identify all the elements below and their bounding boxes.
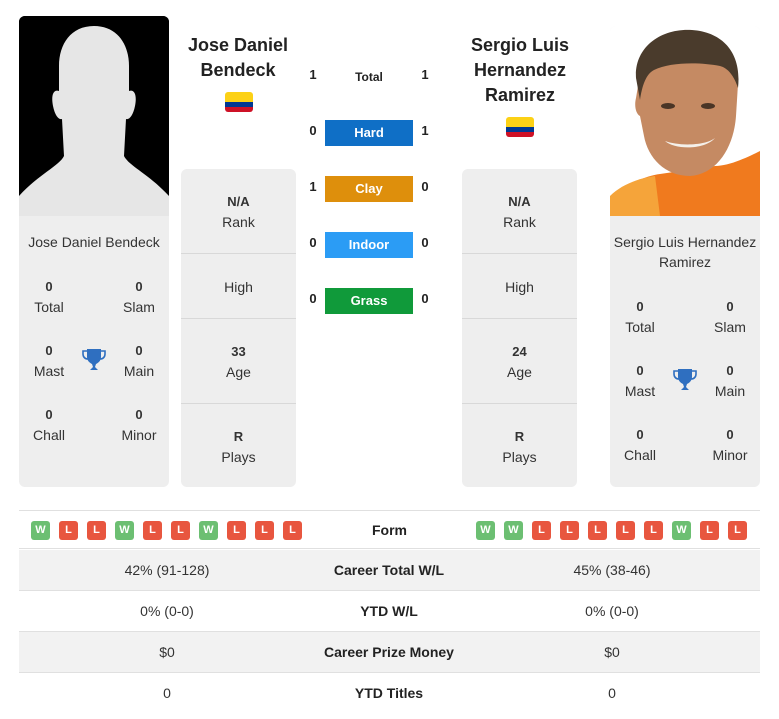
player2-info-column: N/A Rank High 24 Age R Plays: [462, 169, 577, 487]
trophy-icon: [82, 347, 106, 373]
h2h-clay-p1: 1: [309, 179, 317, 194]
h2h-grass-p1: 0: [309, 291, 317, 306]
h2h-total-p2: 1: [421, 67, 429, 82]
player2-age: 24 Age: [507, 344, 532, 380]
h2h-grass-p2: 0: [421, 291, 429, 306]
form-win-badge[interactable]: W: [199, 521, 218, 540]
form-win-badge[interactable]: W: [504, 521, 523, 540]
form-win-badge[interactable]: W: [31, 521, 50, 540]
surface-grass[interactable]: Grass: [325, 288, 413, 314]
divider: [181, 403, 296, 404]
silhouette-icon: [19, 16, 169, 216]
player1-name-heading[interactable]: Jose Daniel Bendeck: [178, 33, 298, 83]
stat-p1-value: $0: [159, 644, 175, 660]
colombia-flag-icon: [225, 92, 253, 112]
form-loss-badge[interactable]: L: [532, 521, 551, 540]
form-win-badge[interactable]: W: [115, 521, 134, 540]
player1-rank: N/A Rank: [222, 194, 255, 230]
form-loss-badge[interactable]: L: [588, 521, 607, 540]
player2-titles-mast: 0 Mast: [624, 363, 656, 399]
player2-titles-slam: 0 Slam: [714, 299, 746, 335]
player1-titles-mast: 0 Mast: [33, 343, 65, 379]
form-row: WLLWLLWLLL Form WWLLLLLWLL: [19, 510, 760, 549]
form-loss-badge[interactable]: L: [616, 521, 635, 540]
divider: [462, 403, 577, 404]
player2-rank: N/A Rank: [503, 194, 536, 230]
stat-p2-value: 0: [608, 685, 616, 701]
player1-card-name[interactable]: Jose Daniel Bendeck: [19, 232, 169, 252]
player2-name-heading[interactable]: Sergio Luis Hernandez Ramirez: [455, 33, 585, 108]
player1-titles-minor: 0 Minor: [121, 407, 157, 443]
h2h-hard-p1: 0: [309, 123, 317, 138]
player2-card-name[interactable]: Sergio Luis Hernandez Ramirez: [610, 232, 760, 272]
player2-photo[interactable]: [610, 26, 760, 216]
colombia-flag-icon: [506, 117, 534, 137]
divider: [181, 253, 296, 254]
stat-row-prize-money: $0 Career Prize Money $0: [19, 632, 760, 673]
h2h-indoor-p1: 0: [309, 235, 317, 250]
player1-titles-main: 0 Main: [123, 343, 155, 379]
form-loss-badge[interactable]: L: [255, 521, 274, 540]
player2-titles-total: 0 Total: [625, 299, 655, 335]
h2h-hard-p2: 1: [421, 123, 429, 138]
trophy-icon: [673, 367, 697, 393]
stat-row-ytd-titles: 0 YTD Titles 0: [19, 673, 760, 714]
player1-titles-slam: 0 Slam: [123, 279, 155, 315]
h2h-total-p1: 1: [309, 67, 317, 82]
stat-p2-value: 45% (38-46): [573, 562, 651, 578]
player1-age: 33 Age: [226, 344, 251, 380]
stat-p1-value: 0: [163, 685, 171, 701]
divider: [462, 253, 577, 254]
stat-row-ytd-wl: 0% (0-0) YTD W/L 0% (0-0): [19, 591, 760, 632]
form-loss-badge[interactable]: L: [143, 521, 162, 540]
form-loss-badge[interactable]: L: [560, 521, 579, 540]
stat-p2-value: $0: [604, 644, 620, 660]
form-loss-badge[interactable]: L: [227, 521, 246, 540]
player2-titles-chall: 0 Chall: [624, 427, 656, 463]
player1-high: High: [224, 279, 253, 295]
surface-clay[interactable]: Clay: [325, 176, 413, 202]
divider: [181, 318, 296, 319]
form-loss-badge[interactable]: L: [700, 521, 719, 540]
player1-plays: R Plays: [221, 429, 256, 465]
surface-indoor[interactable]: Indoor: [325, 232, 413, 258]
form-loss-badge[interactable]: L: [728, 521, 747, 540]
form-win-badge[interactable]: W: [672, 521, 691, 540]
player1-photo[interactable]: [19, 16, 169, 216]
form-loss-badge[interactable]: L: [171, 521, 190, 540]
player2-high: High: [505, 279, 534, 295]
player-photo-icon: [610, 26, 760, 216]
player2-titles-minor: 0 Minor: [712, 427, 748, 463]
h2h-indoor-p2: 0: [421, 235, 429, 250]
player1-info-column: N/A Rank High 33 Age R Plays: [181, 169, 296, 487]
player2-titles-main: 0 Main: [714, 363, 746, 399]
stat-row-career-wl: 42% (91-128) Career Total W/L 45% (38-46…: [19, 550, 760, 591]
stat-p2-value: 0% (0-0): [585, 603, 639, 619]
form-win-badge[interactable]: W: [476, 521, 495, 540]
form-loss-badge[interactable]: L: [87, 521, 106, 540]
form-loss-badge[interactable]: L: [283, 521, 302, 540]
stat-p1-value: 42% (91-128): [124, 562, 210, 578]
stat-p1-value: 0% (0-0): [140, 603, 194, 619]
player1-titles-chall: 0 Chall: [33, 407, 65, 443]
h2h-total-label: Total: [355, 70, 383, 84]
stat-label: YTD W/L: [360, 603, 418, 619]
stat-label: Career Prize Money: [324, 644, 454, 660]
stat-label: YTD Titles: [354, 685, 424, 701]
player1-titles-total: 0 Total: [34, 279, 64, 315]
player1-card: Jose Daniel Bendeck 0 Total 0 Slam 0 Mast 0…: [19, 16, 169, 487]
stat-label: Career Total W/L: [333, 562, 445, 578]
player2-plays: R Plays: [502, 429, 537, 465]
divider: [462, 318, 577, 319]
player2-card: Sergio Luis Hernandez Ramirez 0 Total 0 Sl…: [610, 26, 760, 487]
surface-hard[interactable]: Hard: [325, 120, 413, 146]
form-loss-badge[interactable]: L: [59, 521, 78, 540]
h2h-clay-p2: 0: [421, 179, 429, 194]
form-loss-badge[interactable]: L: [644, 521, 663, 540]
